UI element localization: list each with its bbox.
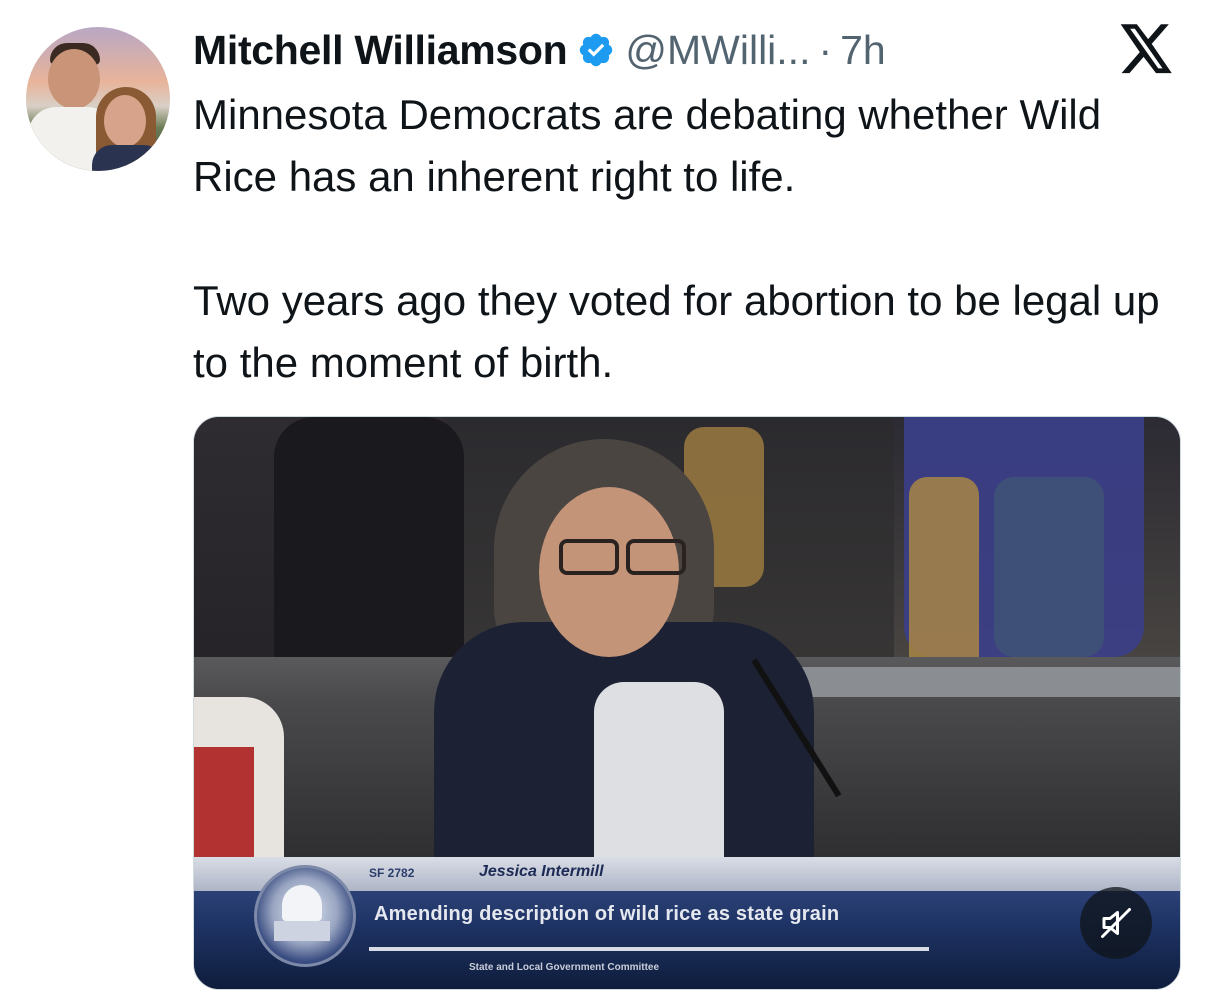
tweet-header: Mitchell Williamson @MWilli... · 7h bbox=[193, 22, 886, 78]
author-avatar[interactable] bbox=[26, 27, 170, 171]
video-speaker-blouse bbox=[594, 682, 724, 862]
tweet-paragraph: Minnesota Democrats are debating whether… bbox=[193, 91, 1102, 200]
lower-third-footer: State and Local Government Committee bbox=[469, 962, 660, 973]
capitol-base-icon bbox=[274, 921, 330, 941]
video-chair bbox=[909, 477, 979, 677]
video-side-person bbox=[194, 747, 254, 867]
author-handle[interactable]: @MWilli... bbox=[625, 27, 810, 74]
capitol-dome-icon bbox=[282, 885, 322, 921]
verified-badge-icon[interactable] bbox=[577, 31, 615, 69]
avatar-figure-1-face bbox=[48, 49, 100, 109]
mute-button[interactable] bbox=[1080, 887, 1152, 959]
header-separator: · bbox=[818, 26, 833, 73]
tweet-timestamp[interactable]: 7h bbox=[840, 27, 886, 74]
author-display-name[interactable]: Mitchell Williamson bbox=[193, 27, 568, 74]
tweet-text: Minnesota Democrats are debating whether… bbox=[193, 84, 1183, 394]
video-speaker-glasses bbox=[626, 539, 686, 575]
x-logo-icon[interactable] bbox=[1120, 24, 1174, 74]
speaker-muted-icon bbox=[1101, 908, 1131, 938]
avatar-figure-2-face bbox=[104, 95, 146, 147]
video-background-person bbox=[274, 417, 464, 677]
avatar-figure-2-shirt bbox=[92, 145, 164, 171]
tweet-paragraph: Two years ago they voted for abortion to… bbox=[193, 277, 1160, 386]
lower-third-caption: Amending description of wild rice as sta… bbox=[374, 903, 840, 925]
lower-third-bill-tag: SF 2782 bbox=[369, 866, 415, 880]
lower-third-rule bbox=[369, 947, 929, 951]
tweet-video[interactable]: SF 2782 Jessica Intermill Amending descr… bbox=[193, 416, 1181, 990]
lower-third-speaker: Jessica Intermill bbox=[479, 863, 604, 880]
video-background-person bbox=[994, 477, 1104, 657]
video-speaker-glasses bbox=[559, 539, 619, 575]
